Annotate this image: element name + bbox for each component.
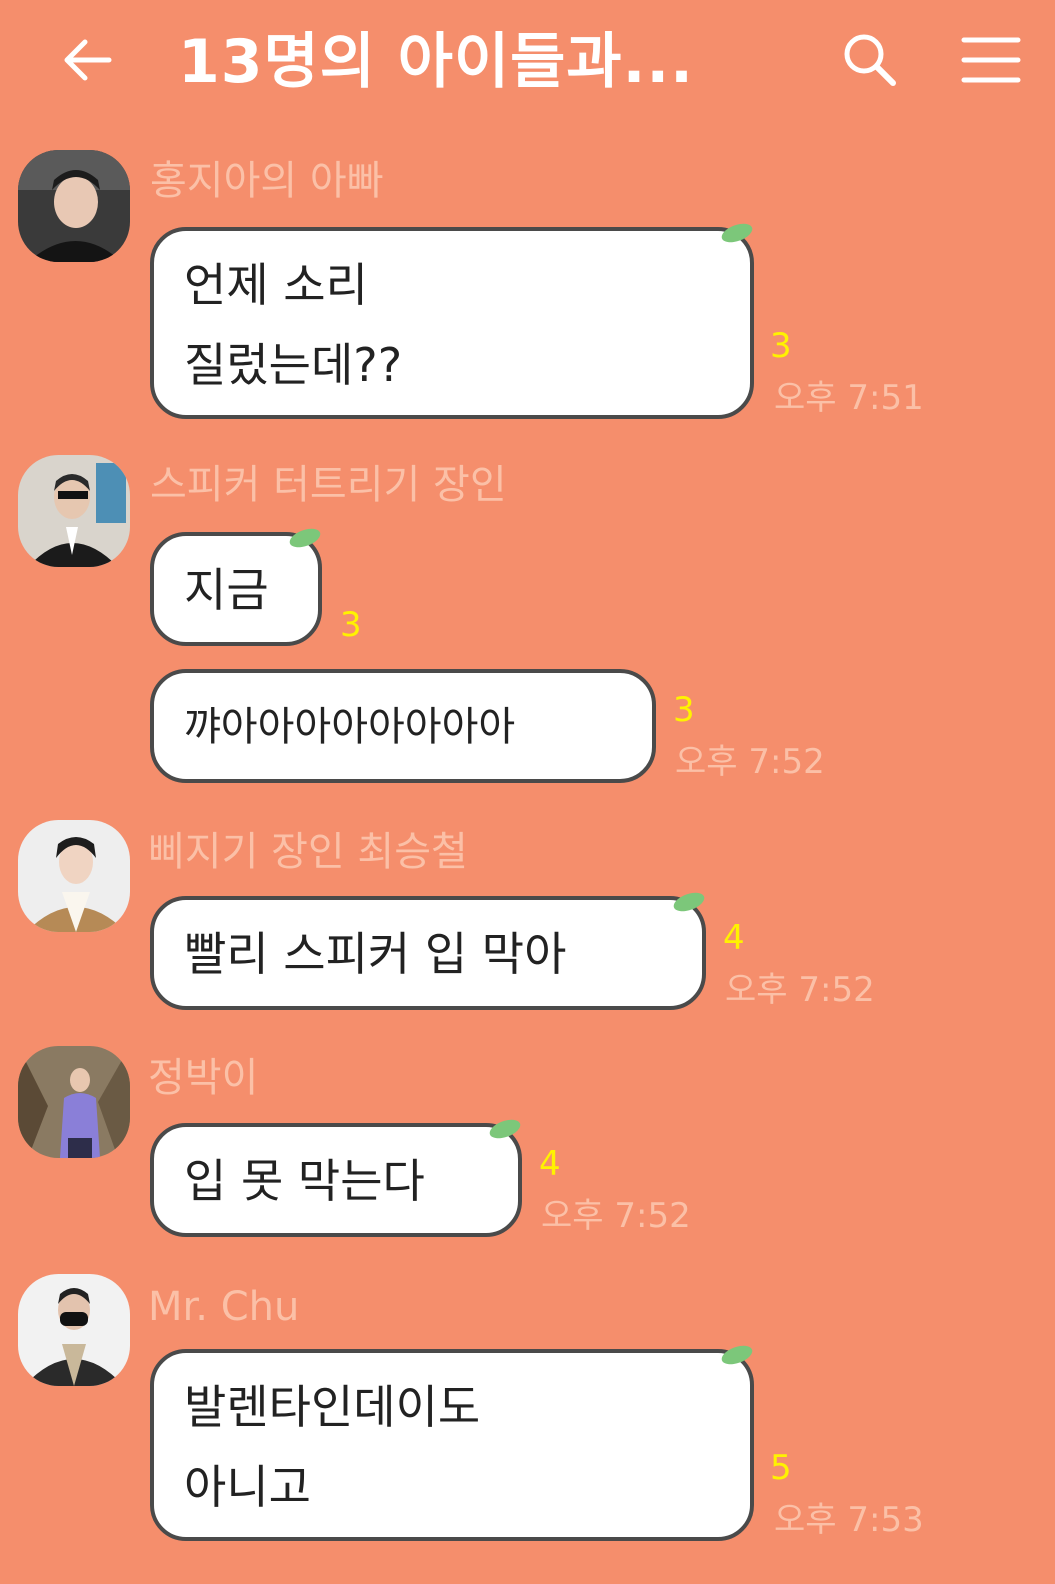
message-time: 오후 7:51 <box>774 378 924 418</box>
message-bubble[interactable]: 꺄아아아아아아아아 <box>150 669 656 783</box>
back-button[interactable] <box>55 28 119 92</box>
message-bubble[interactable]: 지금 <box>150 528 322 646</box>
leaf-icon <box>289 528 321 548</box>
message-time: 오후 7:52 <box>675 742 825 782</box>
message-text-line: 발렌타인데이도 <box>184 1380 481 1434</box>
unread-count: 4 <box>539 1144 561 1184</box>
message-time: 오후 7:52 <box>725 970 875 1010</box>
message-text-line: 입 못 막는다 <box>184 1154 425 1208</box>
search-button[interactable] <box>838 28 902 92</box>
message-time: 오후 7:52 <box>541 1196 691 1236</box>
message-bubble[interactable]: 입 못 막는다 <box>150 1119 522 1237</box>
unread-count: 5 <box>770 1448 792 1488</box>
message-bubble[interactable]: 발렌타인데이도 아니고 <box>150 1345 754 1541</box>
unread-count: 3 <box>770 326 792 366</box>
avatar[interactable] <box>18 1046 130 1158</box>
avatar[interactable] <box>18 820 130 932</box>
sender-name: 홍지아의 아빠 <box>150 158 384 204</box>
sender-name: 스피커 터트리기 장인 <box>150 462 507 508</box>
message-time: 오후 7:53 <box>774 1500 924 1540</box>
arrow-left-icon <box>64 39 112 81</box>
menu-button[interactable] <box>960 30 1022 90</box>
avatar[interactable] <box>18 1274 130 1386</box>
leaf-icon <box>721 223 753 243</box>
message-text-line: 언제 소리 <box>184 258 368 312</box>
unread-count: 3 <box>673 690 695 730</box>
message-text-line: 꺄아아아아아아아아 <box>184 704 516 750</box>
message-text-line: 빨리 스피커 입 막아 <box>184 927 567 981</box>
unread-count: 3 <box>340 605 362 645</box>
sender-name: Mr. Chu <box>148 1284 300 1330</box>
sender-name: 삐지기 장인 최승철 <box>148 829 468 875</box>
message-text-line: 질렀는데?? <box>184 338 403 392</box>
leaf-icon <box>489 1119 521 1139</box>
leaf-icon <box>721 1345 753 1365</box>
message-bubble[interactable]: 언제 소리 질렀는데?? <box>150 223 754 419</box>
message-text-line: 아니고 <box>184 1460 311 1514</box>
unread-count: 4 <box>723 918 745 958</box>
chat-room-title: 13명의 아이들과... <box>178 27 694 97</box>
search-icon <box>844 34 896 86</box>
avatar[interactable] <box>18 150 130 262</box>
top-bar: 13명의 아이들과... <box>0 0 1055 130</box>
sender-name: 정박이 <box>148 1055 259 1101</box>
avatar[interactable] <box>18 455 130 567</box>
message-bubble[interactable]: 빨리 스피커 입 막아 <box>150 892 706 1010</box>
hamburger-menu-icon <box>961 37 1021 83</box>
message-text-line: 지금 <box>184 563 269 617</box>
leaf-icon <box>673 892 705 912</box>
